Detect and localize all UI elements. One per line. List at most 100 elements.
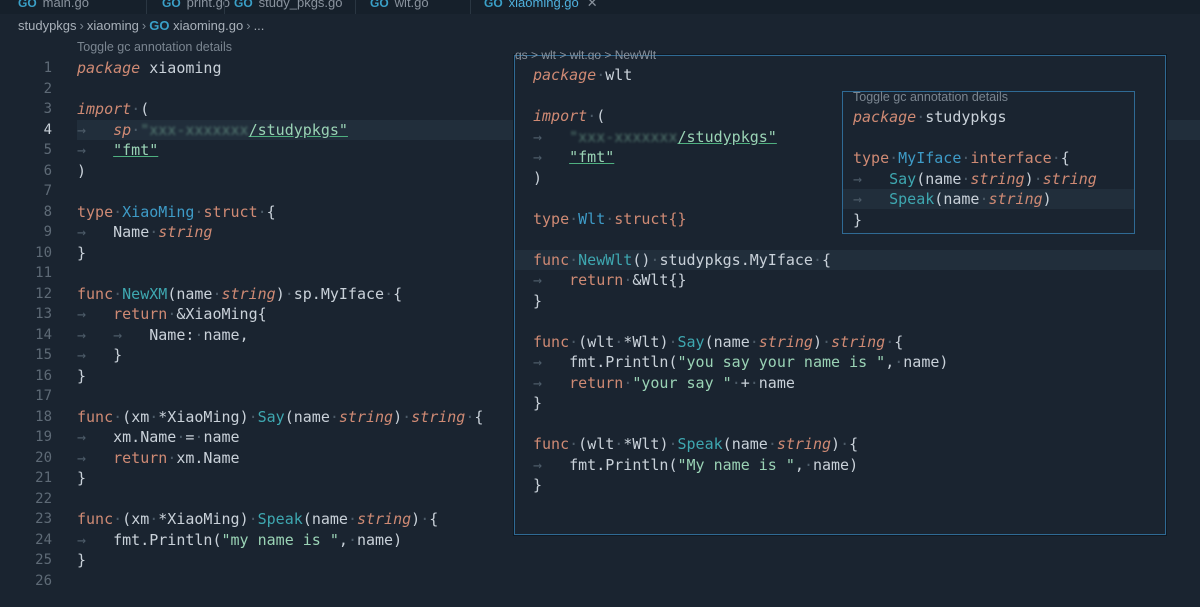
line-number: 2 bbox=[43, 81, 52, 97]
tab-wlt[interactable]: GO wlt.go bbox=[370, 0, 429, 14]
code-token: Wlt bbox=[578, 210, 606, 228]
code-token: func bbox=[533, 333, 570, 351]
code-line: → Speak(name·string) bbox=[853, 190, 1052, 208]
code-token: package bbox=[77, 59, 141, 77]
line-number: 24 bbox=[35, 532, 52, 548]
code-token: · bbox=[749, 333, 759, 351]
code-line: package·wlt bbox=[533, 65, 632, 85]
code-token: · bbox=[113, 203, 123, 221]
code-token: return bbox=[113, 449, 168, 467]
code-token: *Wlt bbox=[623, 435, 660, 453]
code-token: name bbox=[311, 510, 348, 528]
code-token: name bbox=[293, 408, 330, 426]
code-token: → return·&XiaoMing{ bbox=[77, 305, 267, 323]
code-token: } bbox=[77, 469, 87, 487]
code-token: "my name is " bbox=[221, 531, 339, 549]
code-token: · bbox=[749, 374, 759, 392]
code-token: type bbox=[853, 149, 890, 167]
code-token: → bbox=[77, 449, 114, 467]
code-token: NewXM bbox=[122, 285, 168, 303]
code-token: → } bbox=[77, 346, 123, 364]
peek-breadcrumb: gs > wlt > wlt.go > NewWlt bbox=[515, 48, 657, 60]
code-token: } bbox=[77, 244, 87, 262]
code-token: · bbox=[329, 408, 339, 426]
code-token: · bbox=[284, 285, 294, 303]
breadcrumb-more[interactable]: ... bbox=[254, 18, 265, 33]
code-token: · bbox=[131, 100, 141, 118]
code-token: *XiaoMing bbox=[158, 408, 240, 426]
tab-study-pkgs[interactable]: GO study_pkgs.go bbox=[234, 0, 343, 14]
code-token: · bbox=[623, 374, 633, 392]
code-token: → bbox=[533, 128, 570, 146]
code-token: → bbox=[77, 428, 114, 446]
peek-definition-studypkgs[interactable]: Toggle gc annotation details package·stu… bbox=[842, 90, 1135, 234]
code-token: name bbox=[903, 353, 940, 371]
code-token: studypkgs bbox=[925, 108, 1007, 126]
line-number: 20 bbox=[35, 450, 52, 466]
code-token: name bbox=[203, 428, 240, 446]
tab-main[interactable]: GO main.go bbox=[18, 0, 89, 14]
breadcrumb-file[interactable]: xiaoming.go bbox=[173, 18, 243, 33]
line-number: 8 bbox=[43, 204, 52, 220]
codelens-toggle-gc[interactable]: Toggle gc annotation details bbox=[853, 90, 1008, 104]
line-number: 26 bbox=[35, 573, 52, 589]
code-token: string bbox=[758, 333, 813, 351]
line-number: 16 bbox=[35, 368, 52, 384]
code-line: → Say(name·string)·string bbox=[853, 170, 1097, 188]
close-icon[interactable]: ✕ bbox=[587, 0, 598, 10]
code-token: *XiaoMing bbox=[158, 510, 240, 528]
tab-xiaoming[interactable]: GO xiaoming.go ✕ bbox=[484, 0, 598, 14]
code-token: · bbox=[113, 285, 123, 303]
code-line: type·Wlt·struct{} bbox=[533, 209, 687, 229]
go-file-icon: GO bbox=[149, 18, 174, 33]
code-token: · bbox=[420, 510, 430, 528]
code-token: fmt.Println bbox=[113, 531, 213, 549]
code-token: · bbox=[812, 251, 822, 269]
code-token: → bbox=[77, 305, 114, 323]
line-number: 22 bbox=[35, 491, 52, 507]
go-file-icon: GO bbox=[484, 0, 503, 10]
code-line: → return·&Wlt{} bbox=[533, 270, 687, 290]
code-token: "your say " bbox=[632, 374, 732, 392]
code-token: func·(xm·*XiaoMing)·Speak(name·string)·{ bbox=[77, 510, 439, 528]
code-token: name bbox=[758, 374, 795, 392]
breadcrumb-folder[interactable]: xiaoming bbox=[87, 18, 139, 33]
code-token: Speak bbox=[889, 190, 935, 208]
code-token: name bbox=[713, 333, 750, 351]
code-line: → fmt.Println("you say your name is ",·n… bbox=[533, 353, 949, 371]
code-token: · bbox=[212, 285, 222, 303]
line-number: 10 bbox=[35, 245, 52, 261]
code-line: ) bbox=[533, 169, 543, 187]
code-token: string bbox=[988, 190, 1043, 208]
code-token: import bbox=[77, 100, 132, 118]
code-token: return bbox=[113, 305, 168, 323]
code-token: NewWlt bbox=[578, 251, 633, 269]
code-token: name bbox=[812, 456, 850, 474]
code-token: · bbox=[149, 510, 159, 528]
code-token: return bbox=[569, 374, 624, 392]
code-token: XiaoMing bbox=[122, 203, 195, 221]
codelens-toggle-gc[interactable]: Toggle gc annotation details bbox=[77, 40, 232, 54]
code-line: → "fmt" bbox=[533, 147, 614, 167]
code-token: xm bbox=[131, 510, 150, 528]
breadcrumb-folder[interactable]: studypkgs bbox=[18, 18, 77, 33]
code-token: · bbox=[623, 271, 633, 289]
tab-print[interactable]: GO print.go bbox=[162, 0, 230, 14]
code-token: "you say your name is " bbox=[677, 353, 886, 371]
code-line: } bbox=[533, 292, 543, 310]
code-token: func·(xm·*XiaoMing)·Say(name·string)·str… bbox=[77, 408, 484, 426]
code-line: func·NewWlt()·studypkgs.MyIface·{ bbox=[533, 251, 832, 269]
code-token: "fmt" bbox=[113, 141, 159, 159]
code-token: · bbox=[465, 408, 475, 426]
code-token: interface bbox=[970, 149, 1052, 167]
go-file-icon: GO bbox=[370, 0, 389, 10]
code-token: package xiaoming bbox=[77, 58, 222, 78]
code-token: type bbox=[533, 210, 570, 228]
code-token: → return·xm.Name bbox=[77, 448, 240, 468]
line-number: 4 bbox=[43, 122, 52, 138]
code-token: · bbox=[894, 353, 904, 371]
line-number: 15 bbox=[35, 347, 52, 363]
code-token: · bbox=[176, 428, 186, 446]
code-token: string bbox=[356, 510, 412, 528]
code-token: wlt bbox=[587, 435, 615, 453]
